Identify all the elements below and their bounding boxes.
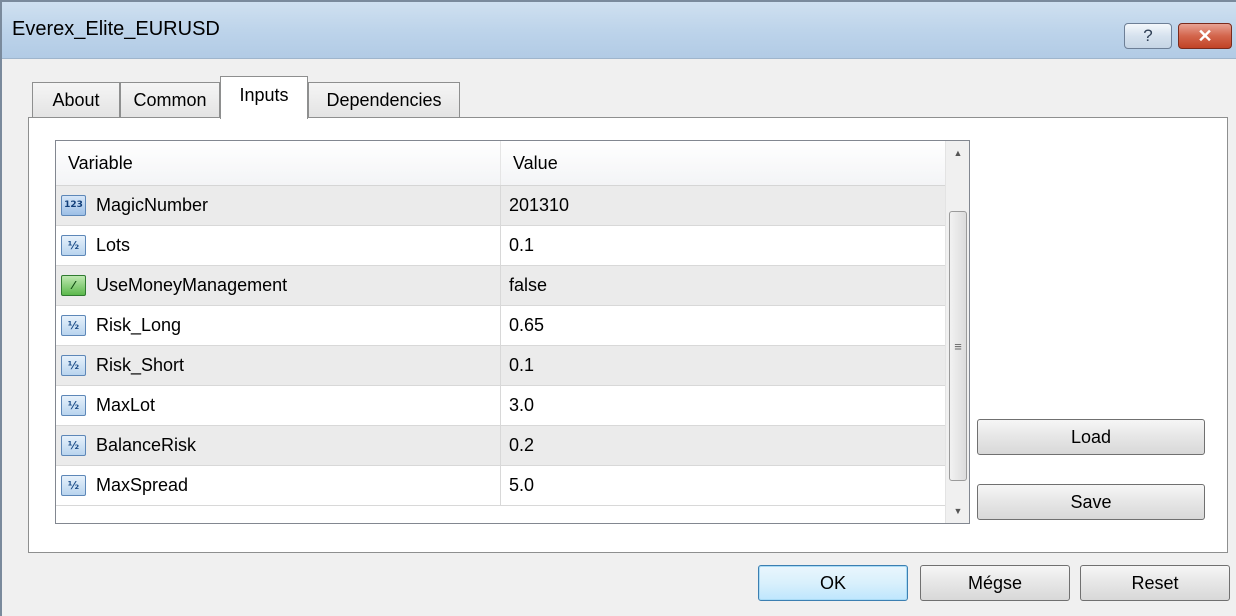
variable-name: MaxSpread [96, 475, 189, 495]
variable-name: Risk_Long [96, 315, 182, 335]
table-body: 123 MagicNumber 201310 ½ Lots 0.1 ⁄ UseMoneyMan… [56, 186, 945, 506]
table-row[interactable]: ½ Risk_Short 0.1 [56, 346, 945, 386]
table-row[interactable]: ½ BalanceRisk 0.2 [56, 426, 945, 466]
scroll-thumb[interactable]: ≡ [949, 211, 967, 481]
variable-cell[interactable]: ½ MaxSpread [56, 466, 501, 505]
inputs-table: Variable Value 123 MagicNumber 201310 ½ Lots… [55, 140, 970, 524]
variable-cell[interactable]: ½ Lots [56, 226, 501, 265]
value-cell[interactable]: 0.65 [501, 306, 945, 345]
tab-common[interactable]: Common [120, 82, 220, 118]
value-cell[interactable]: 0.1 [501, 226, 945, 265]
variable-cell[interactable]: ½ MaxLot [56, 386, 501, 425]
variable-name: MaxLot [96, 395, 156, 415]
value-cell[interactable]: 201310 [501, 186, 945, 225]
integer-icon: 123 [61, 195, 86, 216]
variable-cell[interactable]: ½ Risk_Long [56, 306, 501, 345]
scroll-down-arrow-icon[interactable]: ▼ [946, 499, 969, 523]
bool-icon: ⁄ [61, 275, 86, 296]
variable-cell[interactable]: ½ Risk_Short [56, 346, 501, 385]
variable-cell[interactable]: 123 MagicNumber [56, 186, 501, 225]
double-icon: ½ [61, 395, 86, 416]
grip-icon: ≡ [954, 339, 962, 354]
reset-button[interactable]: Reset [1080, 565, 1230, 601]
variable-name: Risk_Short [96, 355, 185, 375]
ok-button[interactable]: OK [758, 565, 908, 601]
double-icon: ½ [61, 355, 86, 376]
variable-name: MagicNumber [96, 195, 209, 215]
value-cell[interactable]: false [501, 266, 945, 305]
table-row[interactable]: ½ MaxSpread 5.0 [56, 466, 945, 506]
table-row[interactable]: ½ MaxLot 3.0 [56, 386, 945, 426]
vertical-scrollbar[interactable]: ▲ ≡ ▼ [945, 141, 969, 523]
variable-cell[interactable]: ⁄ UseMoneyManagement [56, 266, 501, 305]
double-icon: ½ [61, 435, 86, 456]
table-row[interactable]: ⁄ UseMoneyManagement false [56, 266, 945, 306]
window-title: Everex_Elite_EURUSD [12, 18, 220, 40]
table-row[interactable]: 123 MagicNumber 201310 [56, 186, 945, 226]
load-button[interactable]: Load [977, 419, 1205, 455]
table-row[interactable]: ½ Risk_Long 0.65 [56, 306, 945, 346]
save-button[interactable]: Save [977, 484, 1205, 520]
value-cell[interactable]: 0.2 [501, 426, 945, 465]
tab-inputs[interactable]: Inputs [220, 76, 308, 119]
cancel-button[interactable]: Mégse [920, 565, 1070, 601]
scroll-up-arrow-icon[interactable]: ▲ [946, 141, 969, 165]
value-cell[interactable]: 3.0 [501, 386, 945, 425]
variable-name: BalanceRisk [96, 435, 197, 455]
tab-dependencies[interactable]: Dependencies [308, 82, 460, 118]
title-bar[interactable]: Everex_Elite_EURUSD ? ✕ [2, 2, 1236, 59]
tab-about[interactable]: About [32, 82, 120, 118]
value-cell[interactable]: 0.1 [501, 346, 945, 385]
variable-name: UseMoneyManagement [96, 275, 288, 295]
value-cell[interactable]: 5.0 [501, 466, 945, 505]
column-header-variable[interactable]: Variable [56, 141, 501, 185]
double-icon: ½ [61, 315, 86, 336]
help-button[interactable]: ? [1124, 23, 1172, 49]
close-button[interactable]: ✕ [1178, 23, 1232, 49]
double-icon: ½ [61, 235, 86, 256]
table-header: Variable Value [56, 141, 945, 186]
dialog-window: Everex_Elite_EURUSD ? ✕ About Common Inp… [0, 0, 1236, 616]
variable-cell[interactable]: ½ BalanceRisk [56, 426, 501, 465]
column-header-value[interactable]: Value [501, 141, 945, 185]
double-icon: ½ [61, 475, 86, 496]
table-row[interactable]: ½ Lots 0.1 [56, 226, 945, 266]
variable-name: Lots [96, 235, 131, 255]
inputs-panel: Variable Value 123 MagicNumber 201310 ½ Lots… [28, 117, 1228, 553]
